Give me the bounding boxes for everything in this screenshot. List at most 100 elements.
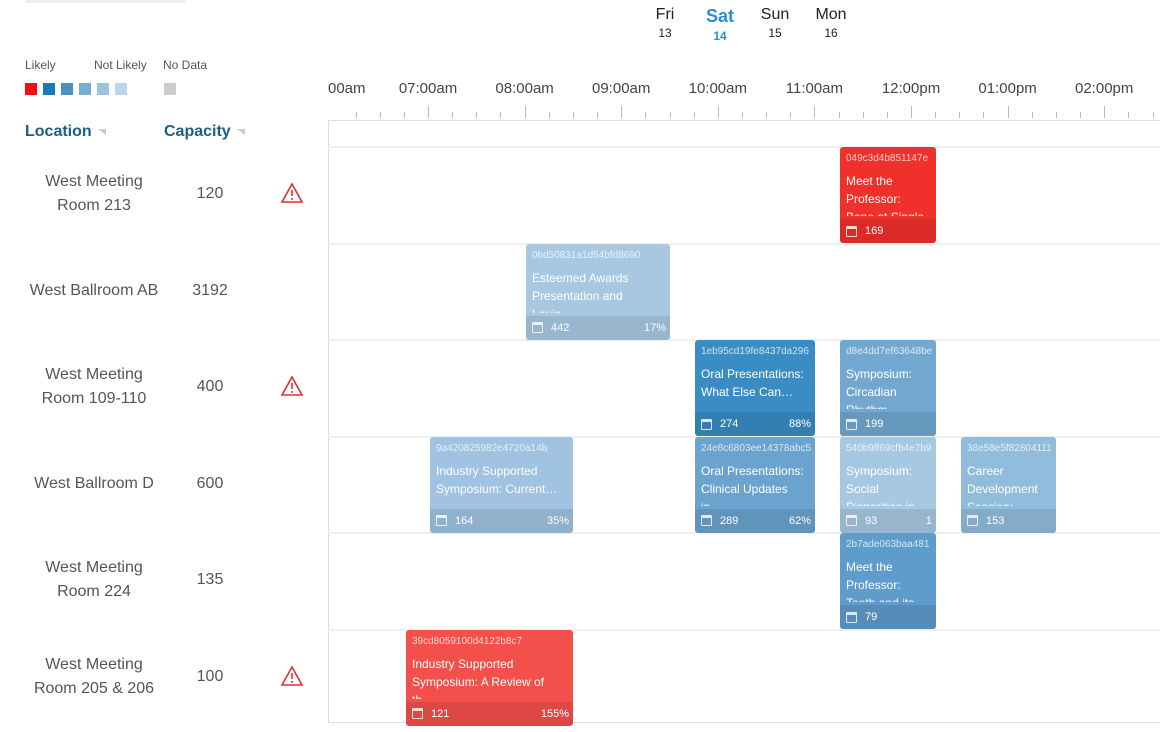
sort-icon [236, 128, 245, 135]
calendar-icon [532, 322, 543, 334]
attendee-count: 93 [865, 514, 878, 527]
session-id: 2b7ade063baa481 [846, 539, 930, 550]
session-title: Meet the Professor: Tooth and its… [846, 560, 926, 602]
session-footer: 164 35% [430, 508, 573, 533]
session-id: 1eb95cd19fe8437da296 [701, 346, 809, 357]
attendee-count: 79 [865, 611, 878, 623]
attendee-count: 274 [720, 418, 739, 430]
time-tick [935, 112, 937, 118]
time-tick [621, 106, 623, 118]
session-footer: 199 [840, 412, 936, 436]
session-footer: 274 88% [695, 412, 815, 436]
attendee-count: 153 [986, 514, 1005, 527]
room-capacity: 600 [196, 474, 224, 492]
time-tick [379, 112, 381, 118]
session-card[interactable]: 9a420825982e4720a14b Industry Supported S… [430, 436, 573, 533]
time-tick [500, 112, 502, 118]
room-location: West Meeting Room 213 [45, 173, 143, 214]
time-tick [693, 112, 695, 118]
session-id: 24e8c6803ee14378abc5 [701, 442, 812, 454]
session-card[interactable]: 049c3d4b851147e Meet the Professor: Bone … [840, 147, 936, 243]
legend-swatch [97, 83, 109, 95]
time-tick [572, 112, 574, 118]
attendee-count: 164 [455, 514, 474, 527]
session-footer: 79 [840, 605, 936, 629]
legend-swatch [79, 83, 91, 95]
day-tab-sun[interactable]: Sun 15 [750, 6, 800, 40]
session-title: Oral Presentations: What Else Can… [701, 367, 804, 399]
session-title: Symposium: Circadian Rhythm [846, 367, 913, 409]
calendar-icon [846, 611, 857, 623]
calendar-icon [701, 418, 712, 430]
attendee-count: 289 [720, 514, 739, 527]
warning-icon[interactable] [280, 182, 304, 204]
hour-label: 08:00am [495, 80, 554, 97]
session-card[interactable]: 38e58e5f82804111 Career Development Sessi… [961, 436, 1056, 533]
session-title: Oral Presentations: Clinical Updates in… [701, 463, 804, 506]
hour-label: 09:00am [592, 80, 651, 97]
session-card[interactable]: 39cd8059100d4122b8c7 Industry Supported S… [406, 629, 573, 726]
day-tab-mon[interactable]: Mon 16 [806, 6, 856, 40]
capacity-column-header[interactable]: Capacity [164, 123, 245, 141]
room-capacity: 100 [196, 667, 224, 685]
capacity-percent: 1 [925, 514, 932, 527]
room-location: West Meeting Room 109-110 [41, 366, 147, 407]
time-tick [1031, 112, 1033, 118]
warning-icon[interactable] [280, 375, 304, 397]
hour-label: 07:00am [398, 80, 458, 97]
time-tick [862, 112, 864, 118]
session-card[interactable]: 540b9ff69cfb4e7b9 Symposium: Social Dispa… [840, 436, 936, 533]
session-id: 0bd50831a1d54bfd8690 [532, 249, 641, 261]
time-tick [645, 112, 647, 118]
capacity-percent: 88% [788, 418, 811, 430]
time-tick [814, 106, 816, 118]
session-title: Industry Supported Symposium: Current… [436, 463, 558, 496]
day-tab-sat[interactable]: Sat 14 [695, 6, 745, 43]
day-tab-fri[interactable]: Fri 13 [640, 6, 690, 40]
room-location: West Meeting Room 205 & 206 [33, 655, 155, 697]
capacity-percent: 17% [643, 321, 666, 334]
legend-no-data: No Data [163, 58, 208, 72]
hour-label: 12:00pm [881, 80, 941, 97]
warning-icon[interactable] [280, 664, 304, 687]
session-title: Meet the Professor: Bone at Single Cell [846, 174, 924, 216]
time-tick [790, 112, 792, 118]
time-tick [983, 112, 985, 118]
time-tick [428, 106, 429, 118]
time-tick [355, 112, 357, 118]
room-capacity: 120 [196, 185, 224, 202]
time-tick [959, 112, 961, 118]
time-tick [452, 112, 454, 118]
calendar-icon [701, 515, 712, 527]
legend-likely: Likely [25, 58, 56, 72]
time-tick [548, 112, 550, 118]
attendee-count: 121 [431, 707, 450, 720]
hour-label: 01:00pm [978, 80, 1037, 97]
session-card[interactable]: 0bd50831a1d54bfd8690 Esteemed Awards Pres… [526, 243, 670, 340]
hour-label: 11:00am [785, 80, 844, 97]
session-card[interactable]: 1eb95cd19fe8437da296 Oral Presentations: … [695, 340, 815, 436]
time-tick [669, 112, 671, 118]
time-tick [886, 112, 888, 118]
session-card[interactable]: 2b7ade063baa481 Meet the Professor: Tooth… [840, 533, 936, 629]
time-tick [838, 112, 840, 118]
legend-swatch [43, 83, 55, 95]
session-card[interactable]: d8e4dd7ef63648be Symposium: Circadian Rhy… [840, 340, 936, 436]
time-tick [403, 112, 405, 118]
session-footer: 442 17% [526, 315, 670, 340]
time-tick [766, 112, 768, 118]
hour-label: 00am [328, 80, 366, 97]
search-bar-edge [25, 0, 185, 3]
time-tick [597, 112, 599, 118]
calendar-icon [412, 708, 423, 720]
time-tick [911, 106, 912, 118]
session-footer: 121 155% [406, 701, 573, 726]
legend-swatch [61, 83, 73, 95]
session-id: 049c3d4b851147e [846, 153, 929, 164]
room-location: West Ballroom AB [29, 281, 159, 299]
time-tick [741, 112, 743, 118]
session-card[interactable]: 24e8c6803ee14378abc5 Oral Presentations: … [695, 436, 815, 533]
capacity-percent: 155% [540, 707, 569, 720]
time-tick [1080, 112, 1082, 118]
location-column-header[interactable]: Location [25, 123, 106, 141]
